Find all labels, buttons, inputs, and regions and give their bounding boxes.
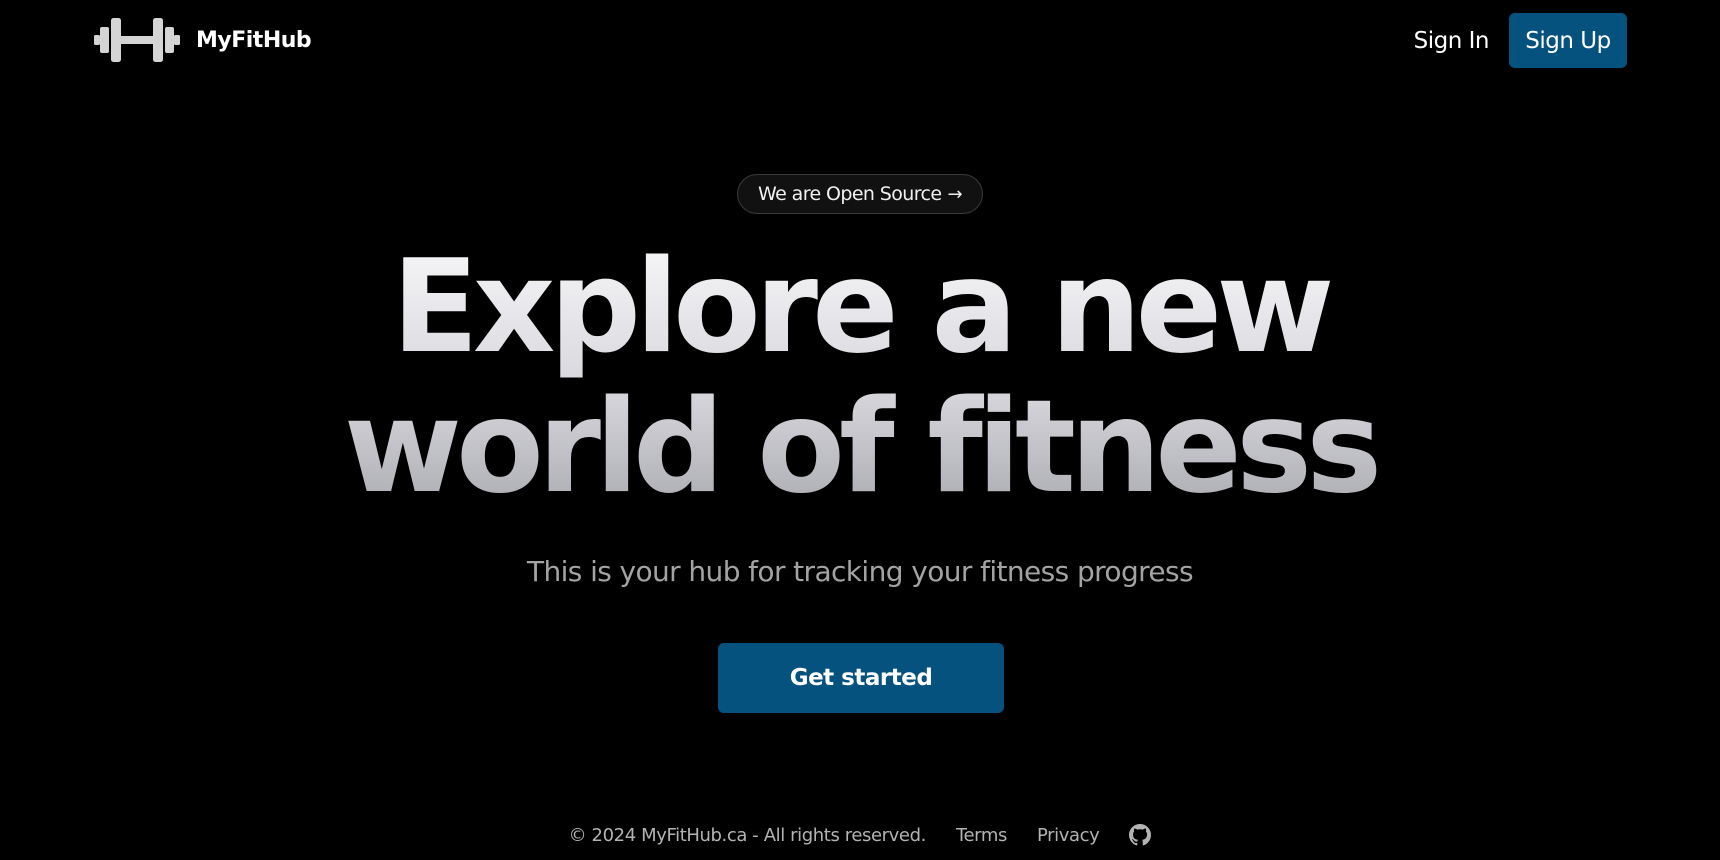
github-icon[interactable]: [1129, 824, 1152, 846]
terms-link[interactable]: Terms: [956, 825, 1007, 846]
brand-name: MyFitHub: [196, 27, 312, 53]
privacy-link[interactable]: Privacy: [1037, 825, 1100, 846]
header-nav: Sign In Sign Up: [1414, 13, 1627, 68]
hero-subtitle: This is your hub for tracking your fitne…: [526, 555, 1194, 588]
hero-headline-line-1: Explore a new: [391, 233, 1329, 382]
site-header: MyFitHub Sign In Sign Up: [0, 0, 1720, 84]
get-started-button[interactable]: Get started: [718, 643, 1004, 713]
dumbbell-icon: [94, 18, 180, 62]
open-source-badge[interactable]: We are Open Source →: [737, 174, 983, 214]
open-source-badge-label: We are Open Source: [758, 183, 942, 205]
site-footer: © 2024 MyFitHub.ca - All rights reserved…: [0, 824, 1720, 846]
hero-headline: Explore a new world of fitness: [0, 238, 1720, 518]
arrow-right-icon: →: [947, 183, 962, 205]
logo-link[interactable]: MyFitHub: [94, 16, 312, 64]
copyright-text: © 2024 MyFitHub.ca - All rights reserved…: [568, 824, 927, 846]
sign-up-button[interactable]: Sign Up: [1509, 13, 1627, 68]
hero-headline-line-2: world of fitness: [343, 373, 1377, 522]
sign-in-link[interactable]: Sign In: [1414, 28, 1490, 54]
